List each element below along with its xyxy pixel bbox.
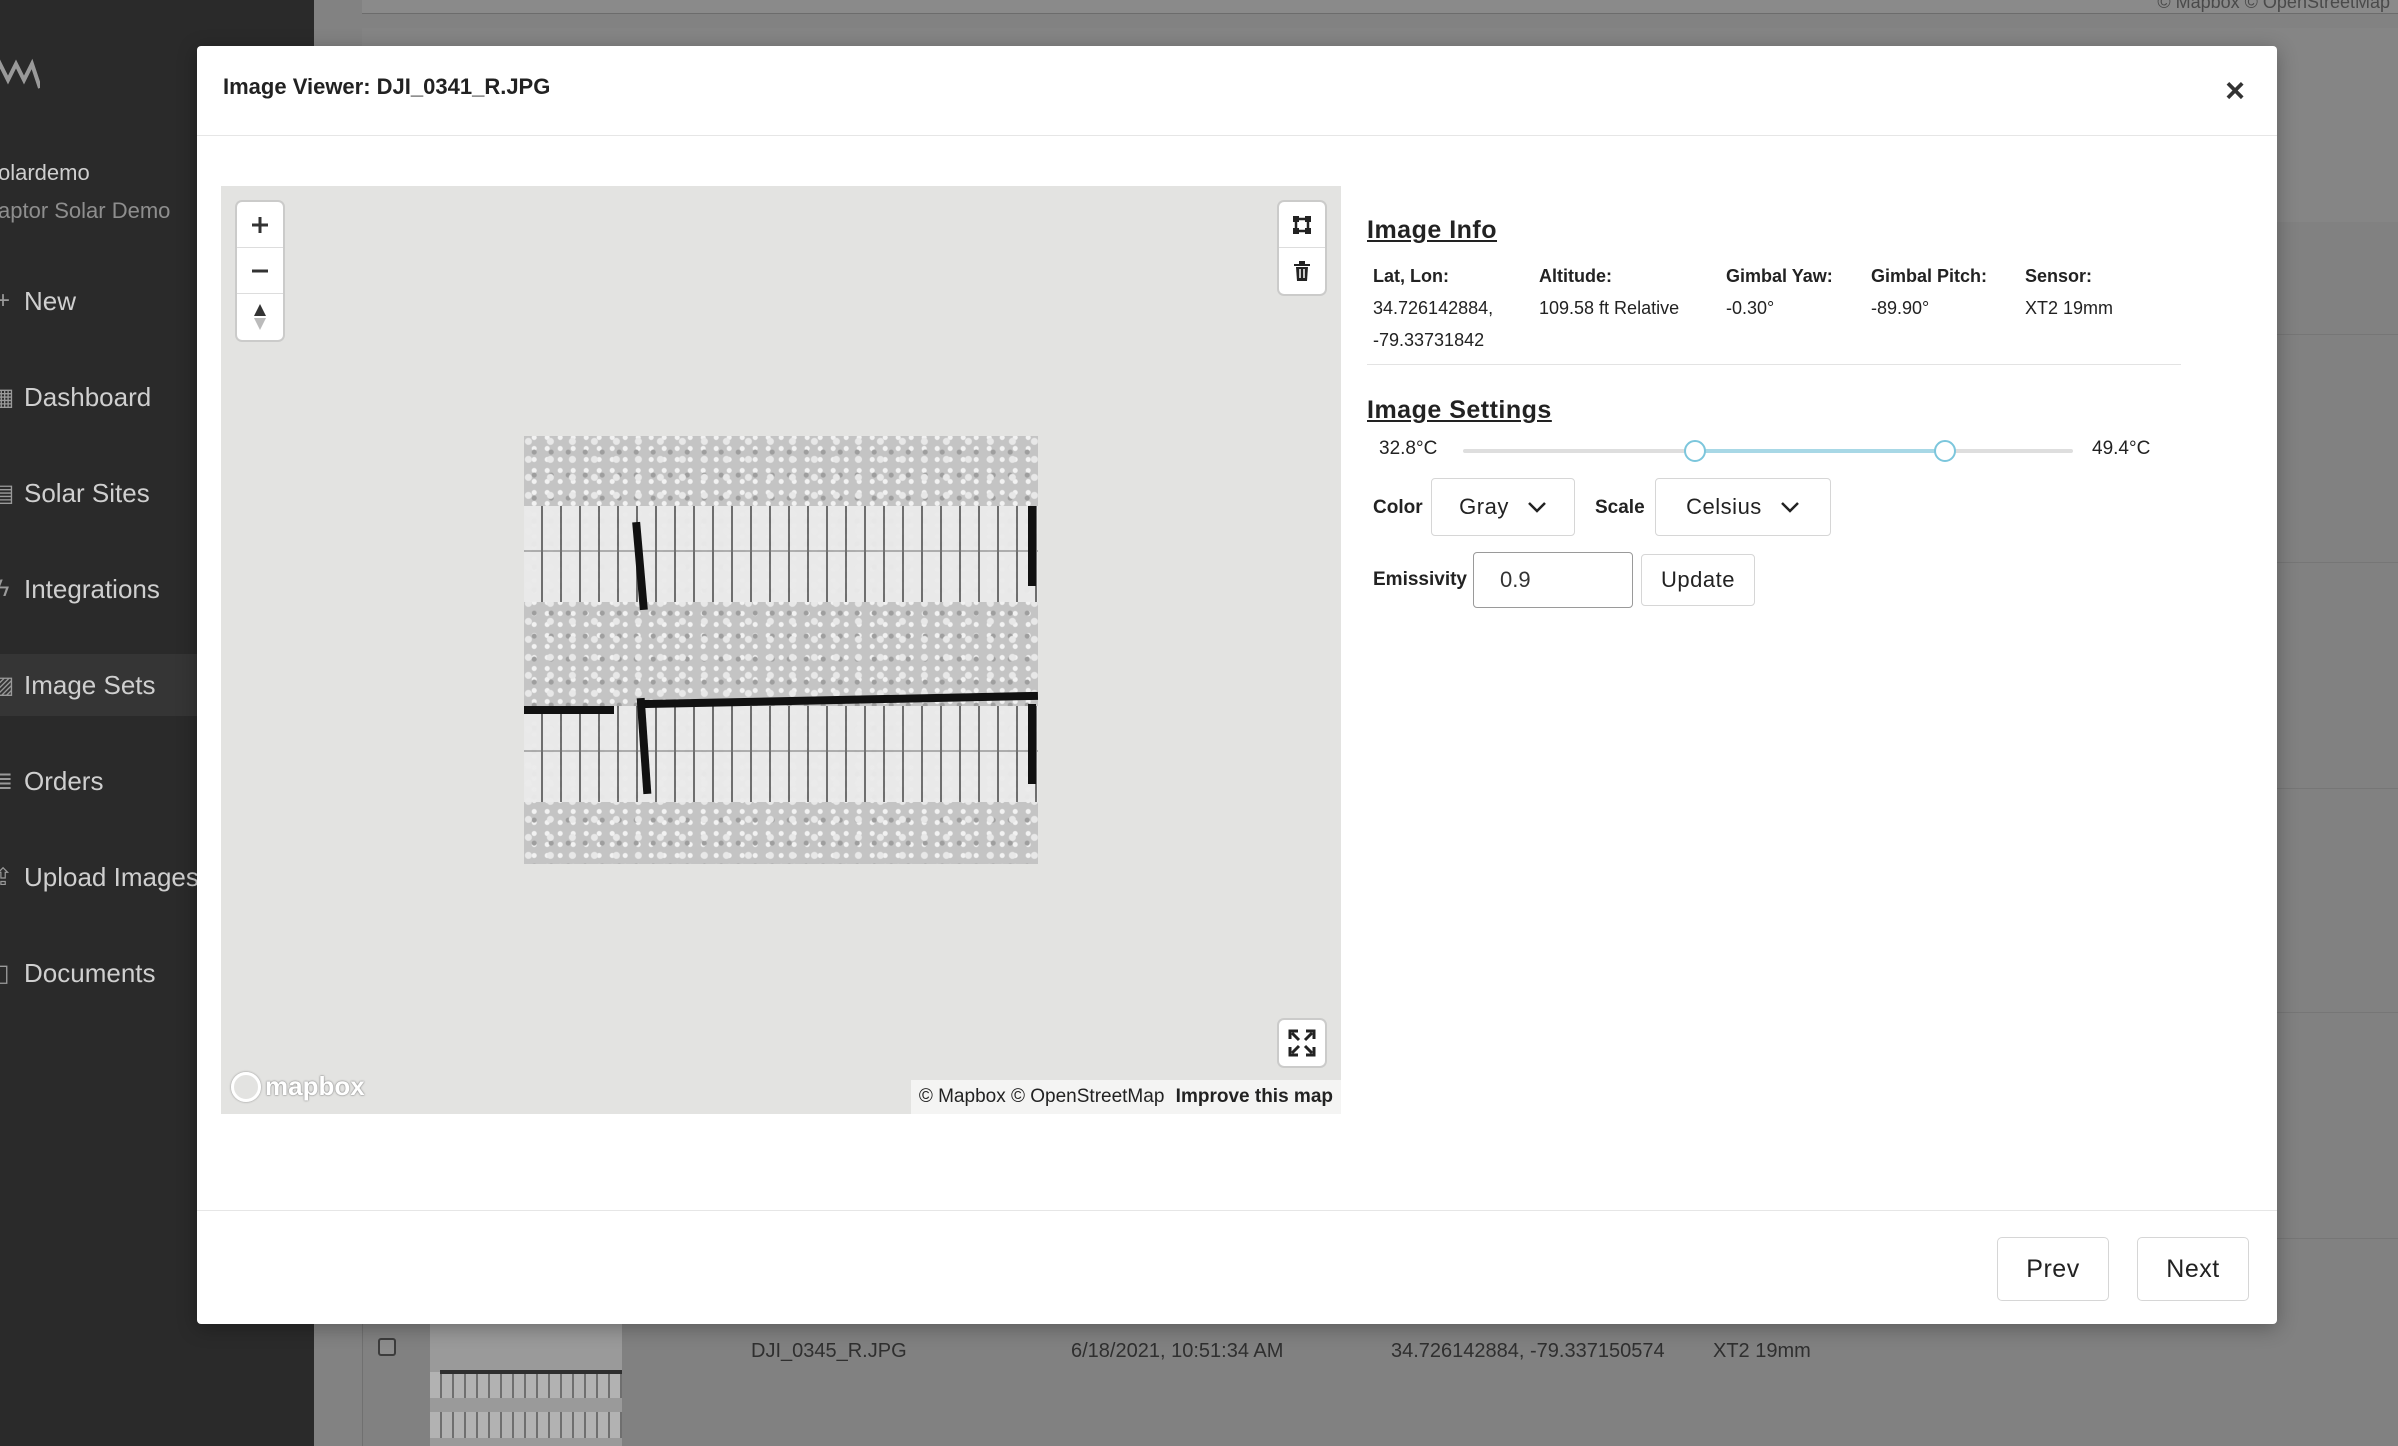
scale-label: Scale [1595,497,1645,518]
fullscreen-control [1279,1020,1325,1066]
user-name: olardemo [0,160,90,185]
slider-handle-min[interactable] [1683,440,1706,462]
sidebar-item-label: Solar Sites [24,477,150,508]
gimbal-pitch-value: -89.90° [1871,298,1930,318]
section-divider [1367,364,2181,365]
thermal-image [524,436,1038,864]
min-temp-label: 32.8°C [1379,438,1438,459]
chevron-down-icon [1780,502,1799,513]
mapbox-logo[interactable]: mapbox [231,1071,365,1102]
row-thumbnail[interactable] [430,1322,622,1446]
background-map-attribution: © Mapbox © OpenStreetMap [2157,0,2390,12]
org-name: aptor Solar Demo [0,198,171,223]
modal-footer: Prev Next [197,1210,2277,1324]
sidebar-item-label: Orders [24,765,104,796]
app-logo-icon [0,58,40,89]
modal-header: Image Viewer: DJI_0341_R.JPG × [197,46,2277,136]
gimbal-yaw-info: Gimbal Yaw: -0.30° [1726,260,1833,324]
trash-icon [1294,261,1310,281]
solar-panel-icon: ▤ [0,479,15,507]
color-label: Color [1373,497,1423,518]
mapbox-logo-icon [231,1071,261,1102]
scale-select[interactable]: Celsius [1655,478,1831,536]
gimbal-yaw-value: -0.30° [1726,298,1775,318]
altitude-value: 109.58 ft Relative [1539,298,1680,318]
background-map: © Mapbox © OpenStreetMap [362,0,2398,14]
row-filename[interactable]: DJI_0345_R.JPG [751,1340,907,1363]
image-icon: ▨ [0,671,15,699]
plus-icon: + [0,287,10,314]
row-checkbox[interactable] [378,1338,396,1356]
color-select[interactable]: Gray [1431,478,1575,536]
altitude-info: Altitude: 109.58 ft Relative [1539,260,1679,324]
gimbal-pitch-label: Gimbal Pitch: [1871,266,1988,286]
compass-icon [254,304,266,330]
attribution-text[interactable]: © Mapbox © OpenStreetMap [919,1086,1165,1107]
sensor-label: Sensor: [2025,266,2093,286]
delete-button[interactable] [1279,248,1325,294]
close-button[interactable]: × [2219,74,2251,108]
lightning-icon: ϟ [0,575,10,602]
draw-polygon-button[interactable] [1279,202,1325,248]
polygon-icon [1293,215,1311,234]
sensor-value: XT2 19mm [2025,298,2114,318]
map-attribution: © Mapbox © OpenStreetMap Improve this ma… [910,1080,1341,1114]
plus-icon [252,216,268,233]
zoom-out-button[interactable] [237,248,283,294]
lat-value: 34.726142884, [1373,298,1494,318]
row-timestamp: 6/18/2021, 10:51:34 AM [1071,1340,1284,1362]
temperature-range-slider[interactable] [1463,440,2073,462]
sidebar-item-label: Documents [24,957,156,988]
image-settings-title: Image Settings [1367,396,1552,424]
compass-button[interactable] [237,294,283,340]
emissivity-label: Emissivity [1373,569,1467,590]
zoom-in-button[interactable] [237,202,283,248]
lon-value: -79.33731842 [1373,330,1485,350]
row-sensor: XT2 19mm [1713,1340,1811,1362]
sensor-info: Sensor: XT2 19mm [2025,260,2113,324]
emissivity-input[interactable] [1473,552,1633,608]
color-select-value: Gray [1459,494,1509,519]
altitude-label: Altitude: [1539,266,1612,286]
mapbox-logo-text: mapbox [265,1071,365,1101]
upload-icon: ⇪ [0,863,14,891]
prev-button[interactable]: Prev [1997,1237,2109,1301]
sidebar-item-label: Integrations [24,573,160,604]
minus-icon [252,269,268,272]
chevron-down-icon [1527,502,1546,513]
sidebar-item-label: Upload Images [24,861,199,892]
sidebar-item-label: New [24,285,77,316]
sidebar-item-label: Dashboard [24,381,152,412]
scale-select-value: Celsius [1686,494,1762,519]
improve-map-link[interactable]: Improve this map [1176,1086,1333,1107]
lat-lon-label: Lat, Lon: [1373,266,1449,286]
receipt-icon: ≣ [0,767,14,795]
slider-handle-max[interactable] [1933,440,1956,462]
dashboard-icon: ▦ [0,383,15,411]
fullscreen-button[interactable] [1279,1020,1325,1066]
gimbal-yaw-label: Gimbal Yaw: [1726,266,1833,286]
document-icon: ▯ [0,959,10,987]
row-coordinates: 34.726142884, -79.337150574 [1391,1340,1665,1362]
update-button[interactable]: Update [1641,554,1755,606]
modal-title: Image Viewer: DJI_0341_R.JPG [223,74,551,99]
max-temp-label: 49.4°C [2092,438,2151,459]
image-map[interactable]: mapbox © Mapbox © OpenStreetMap Improve … [221,186,1341,1114]
gimbal-pitch-info: Gimbal Pitch: -89.90° [1871,260,1987,324]
next-button[interactable]: Next [2137,1237,2249,1301]
image-viewer-modal: Image Viewer: DJI_0341_R.JPG × mapbox © … [197,46,2277,1324]
draw-controls [1279,202,1325,294]
sidebar-item-label: Image Sets [24,669,156,700]
zoom-controls [237,202,283,340]
lat-lon-info: Lat, Lon: 34.726142884, -79.33731842 [1373,260,1493,356]
slider-fill [1694,449,1945,453]
fullscreen-icon [1288,1029,1316,1057]
image-info-title: Image Info [1367,216,1498,244]
